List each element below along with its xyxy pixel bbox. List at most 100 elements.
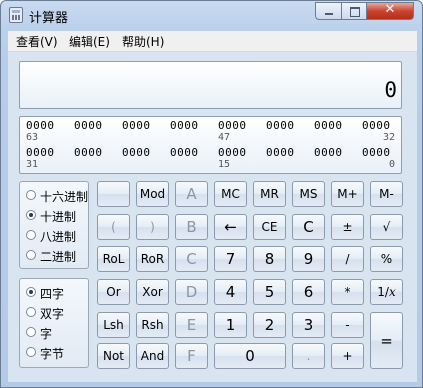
key-5-button[interactable]: 5 [253, 279, 286, 305]
key-0-button[interactable]: 0 [214, 343, 286, 369]
key-8-button[interactable]: 8 [253, 246, 286, 272]
bit-group[interactable]: 0000 [314, 146, 343, 159]
key-lsh-button[interactable]: Lsh [97, 312, 130, 338]
key-blank-button[interactable] [97, 181, 130, 207]
radio-indicator[interactable] [26, 190, 36, 200]
word-size-radio[interactable]: 双字 [26, 305, 88, 321]
bit-position-label: 0 [388, 159, 395, 170]
key-sign-toggle-button[interactable]: ± [331, 214, 364, 240]
close-icon: ✕ [384, 2, 396, 17]
radio-indicator[interactable] [26, 327, 36, 337]
word-size-radio-label: 四字 [40, 287, 65, 301]
key-ce-button[interactable]: CE [253, 214, 286, 240]
key-reciprocal-button[interactable]: 1/x [370, 279, 403, 305]
result-display: 0 [19, 61, 402, 109]
radio-indicator[interactable] [26, 307, 36, 317]
bit-group[interactable]: 0000 [122, 119, 151, 132]
key-m--button[interactable]: M- [370, 181, 403, 207]
bit-position-label: 63 [26, 132, 39, 143]
radio-indicator[interactable] [26, 287, 36, 297]
radio-indicator[interactable] [26, 210, 36, 220]
key-rol-button[interactable]: RoL [97, 246, 130, 272]
key-open-paren-button[interactable]: ( [97, 214, 130, 240]
bit-group[interactable]: 0000 [266, 119, 295, 132]
key-ms-button[interactable]: MS [292, 181, 325, 207]
key-c-button[interactable]: C [292, 214, 325, 240]
radio-indicator[interactable] [26, 230, 36, 240]
radix-radio[interactable]: 二进制 [26, 248, 88, 264]
menu-bar: 查看(V) 编辑(E) 帮助(H) [8, 31, 417, 52]
key-mc-button[interactable]: MC [214, 181, 247, 207]
key-m--button[interactable]: M+ [331, 181, 364, 207]
key-a-button[interactable]: A [175, 181, 208, 207]
key-close-paren-button[interactable]: ) [136, 214, 169, 240]
key-multiply-button[interactable]: * [331, 279, 364, 305]
key-e-button[interactable]: E [175, 312, 208, 338]
word-size-radio[interactable]: 四字 [26, 285, 88, 301]
bit-group[interactable]: 0000 [362, 146, 391, 159]
key-divide-button[interactable]: / [331, 246, 364, 272]
radix-radio-label: 十六进制 [40, 190, 89, 204]
bit-group[interactable]: 0000 [362, 119, 391, 132]
menu-view[interactable]: 查看(V) [16, 33, 58, 50]
menu-help[interactable]: 帮助(H) [122, 33, 164, 50]
radio-indicator[interactable] [26, 250, 36, 260]
radix-radio[interactable]: 十进制 [26, 208, 88, 224]
window-title: 计算器 [29, 11, 69, 26]
key-9-button[interactable]: 9 [292, 246, 325, 272]
word-size-radio[interactable]: 字节 [26, 345, 88, 361]
bit-group[interactable]: 0000 [218, 119, 247, 132]
radix-radio-label: 十进制 [40, 210, 77, 224]
key-4-button[interactable]: 4 [214, 279, 247, 305]
radix-group: 十六进制十进制八进制二进制 [19, 181, 89, 269]
bit-group[interactable]: 0000 [122, 146, 151, 159]
key-rsh-button[interactable]: Rsh [136, 312, 169, 338]
radio-indicator[interactable] [26, 347, 36, 357]
key-equals-button[interactable]: = [370, 312, 403, 369]
key-and-button[interactable]: And [136, 343, 169, 369]
bit-group[interactable]: 0000 [170, 146, 199, 159]
key-mr-button[interactable]: MR [253, 181, 286, 207]
key-d-button[interactable]: D [175, 279, 208, 305]
bit-group[interactable]: 0000 [266, 146, 295, 159]
key-3-button[interactable]: 3 [292, 312, 325, 338]
radix-radio[interactable]: 八进制 [26, 228, 88, 244]
key-add-button[interactable]: + [331, 343, 364, 369]
key-subtract-button[interactable]: - [331, 312, 364, 338]
close-button[interactable]: ✕ [366, 2, 414, 20]
key-sqrt-button[interactable]: √ [370, 214, 403, 240]
radix-radio[interactable]: 十六进制 [26, 188, 88, 204]
title-bar[interactable]: 计算器 ✕ [1, 1, 422, 29]
key-7-button[interactable]: 7 [214, 246, 247, 272]
bit-group[interactable]: 0000 [74, 119, 103, 132]
word-size-group: 四字双字字字节 [19, 278, 89, 368]
bit-display: 0000 0000 0000 0000 0000 0000 0000 0000 63 47 32 00… [19, 116, 402, 174]
key-2-button[interactable]: 2 [253, 312, 286, 338]
key-or-button[interactable]: Or [97, 279, 130, 305]
key-c-button[interactable]: C [175, 246, 208, 272]
bit-group[interactable]: 0000 [26, 146, 55, 159]
key-percent-button[interactable]: % [370, 246, 403, 272]
key-ror-button[interactable]: RoR [136, 246, 169, 272]
key-decimal-button[interactable]: . [292, 343, 325, 369]
bit-group[interactable]: 0000 [314, 119, 343, 132]
bit-group[interactable]: 0000 [26, 119, 55, 132]
radix-radio-label: 二进制 [40, 250, 77, 264]
key-xor-button[interactable]: Xor [136, 279, 169, 305]
bit-group[interactable]: 0000 [74, 146, 103, 159]
menu-edit[interactable]: 编辑(E) [69, 33, 110, 50]
minimize-button[interactable] [315, 2, 342, 20]
key-b-button[interactable]: B [175, 214, 208, 240]
key-not-button[interactable]: Not [97, 343, 130, 369]
key-1-button[interactable]: 1 [214, 312, 247, 338]
bit-group[interactable]: 0000 [218, 146, 247, 159]
bit-group[interactable]: 0000 [170, 119, 199, 132]
maximize-button[interactable] [341, 2, 367, 20]
word-size-radio-label: 字节 [40, 347, 65, 361]
key-f-button[interactable]: F [175, 343, 208, 369]
word-size-radio[interactable]: 字 [26, 325, 88, 341]
key-6-button[interactable]: 6 [292, 279, 325, 305]
radix-radio-label: 八进制 [40, 230, 77, 244]
key-backspace-button[interactable]: ← [214, 214, 247, 240]
key-mod-button[interactable]: Mod [136, 181, 169, 207]
